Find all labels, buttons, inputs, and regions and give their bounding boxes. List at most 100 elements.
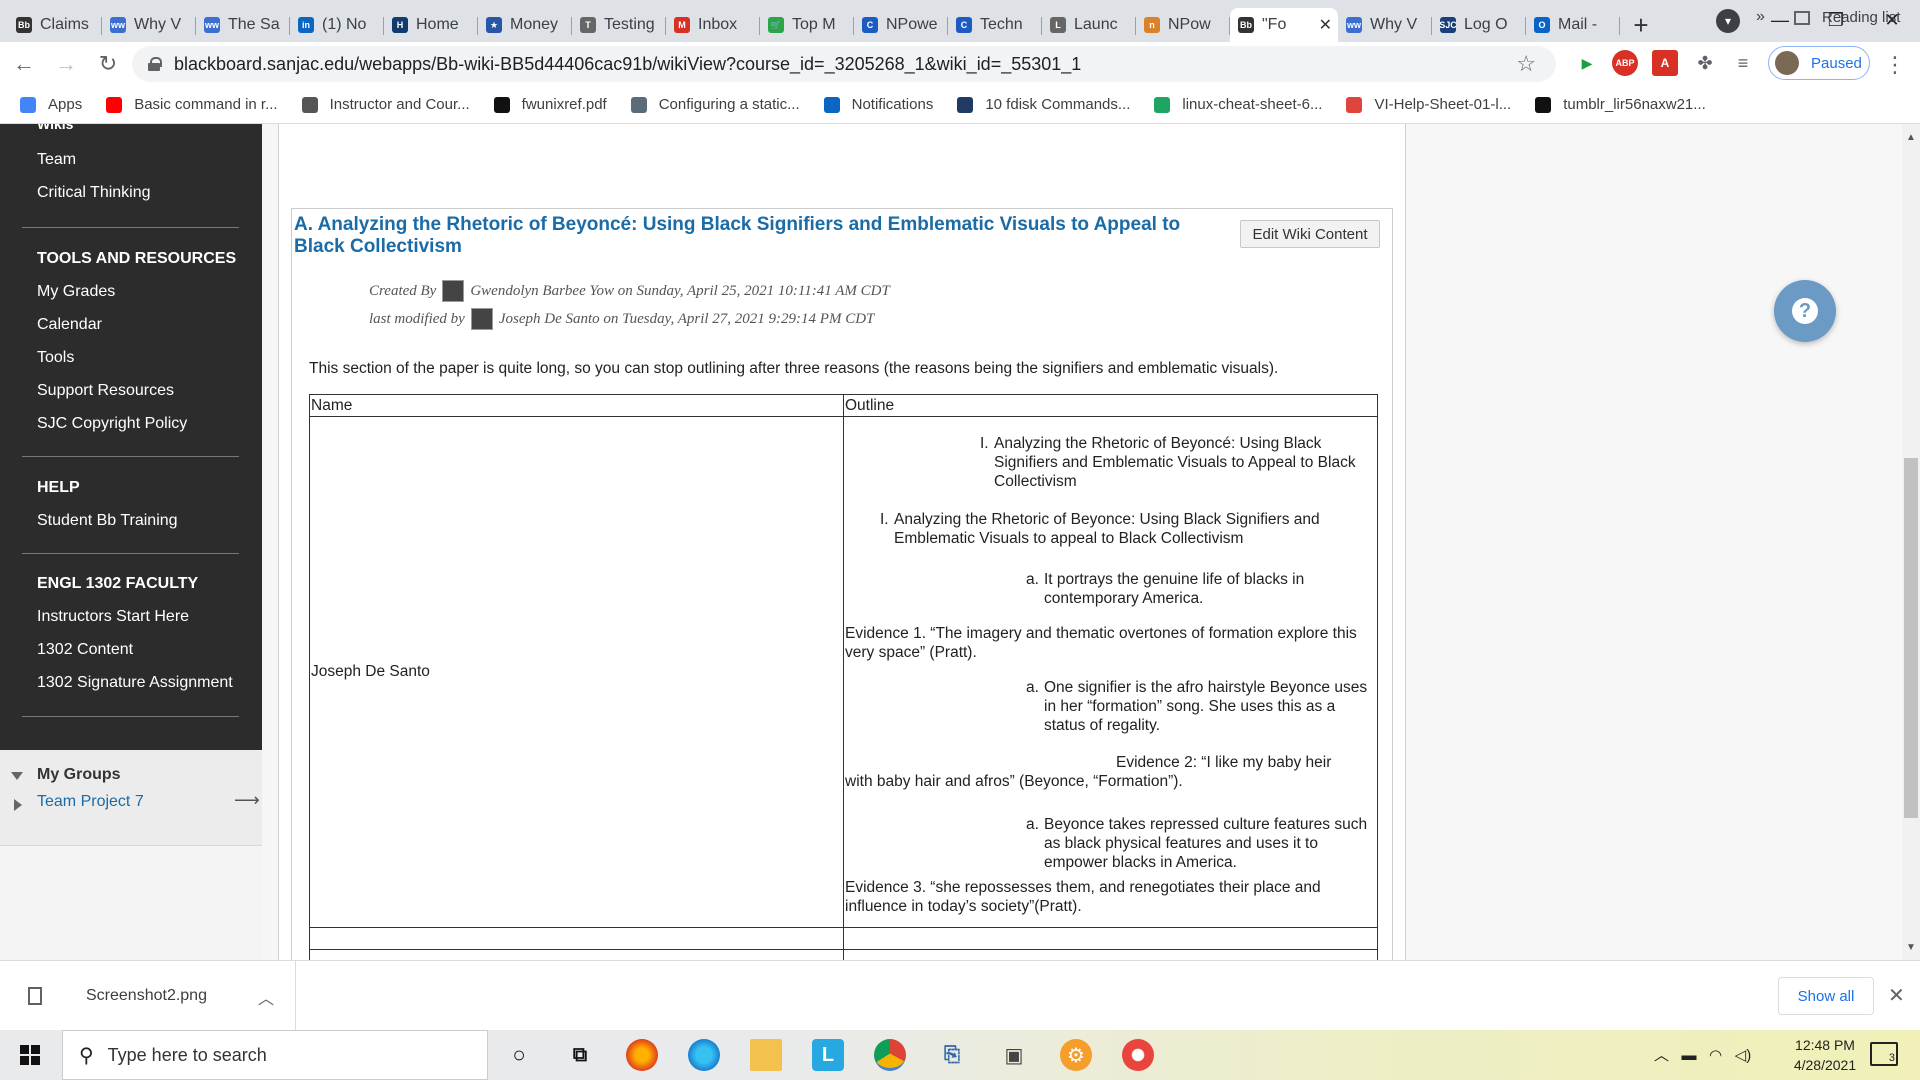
my-groups-heading[interactable]: My Groups (37, 766, 121, 784)
download-item[interactable]: Screenshot2.png (0, 961, 296, 1031)
remote-app-icon[interactable]: ▣ (998, 1039, 1030, 1071)
browser-tab[interactable]: Bb "Fo ✕ (1230, 8, 1338, 42)
taskbar-search[interactable]: ⚲ Type here to search (62, 1030, 488, 1080)
browser-tab[interactable]: L Launc (1042, 8, 1136, 42)
bookmark-item[interactable]: VI-Help-Sheet-01-l... (1346, 96, 1511, 113)
wifi-icon[interactable]: ◠ (1709, 1047, 1722, 1064)
bookmark-item[interactable]: tumblr_lir56naxw21... (1535, 96, 1706, 113)
bookmark-star-icon[interactable]: ☆ (1516, 51, 1536, 77)
show-all-button[interactable]: Show all (1778, 977, 1874, 1015)
scroll-up-arrow-icon[interactable]: ▲ (1906, 132, 1916, 143)
menu-item-instructors-start-here[interactable]: Instructors Start Here (37, 608, 189, 626)
network-app-icon[interactable]: ⎘ (936, 1039, 968, 1071)
browser-tab[interactable]: H Home (384, 8, 478, 42)
menu-item-my-grades[interactable]: My Grades (37, 283, 115, 301)
chevron-up-icon[interactable]: ︿ (258, 985, 274, 1009)
menu-item-1302-content[interactable]: 1302 Content (37, 641, 133, 659)
browser-tab[interactable]: M Inbox (666, 8, 760, 42)
tab-title: Log O (1464, 16, 1508, 33)
taskbar-clock[interactable]: 12:48 PM 4/28/2021 (1780, 1035, 1870, 1075)
scroll-down-arrow-icon[interactable]: ▼ (1906, 942, 1916, 953)
menu-item-wikis[interactable]: Wikis (37, 124, 73, 132)
scrollbar-thumb[interactable] (1904, 458, 1918, 818)
browser-tab[interactable]: Bb Claims (8, 8, 102, 42)
pdf-extension-icon[interactable]: A (1652, 50, 1678, 76)
chrome-canary-icon[interactable] (1122, 1039, 1154, 1071)
outline-letter: a. (1026, 679, 1039, 696)
forward-button[interactable]: → (48, 46, 84, 82)
bookmarks-overflow-button[interactable]: » (1756, 8, 1765, 26)
new-tab-button[interactable]: + (1624, 8, 1658, 42)
play-extension-icon[interactable]: ▶ (1574, 50, 1600, 76)
edit-wiki-content-button[interactable]: Edit Wiki Content (1240, 220, 1380, 248)
show-hidden-icons-icon[interactable]: ︿ (1654, 1047, 1669, 1064)
back-button[interactable]: ← (6, 46, 42, 82)
expand-triangle-icon[interactable] (14, 799, 22, 811)
menu-item-support-resources[interactable]: Support Resources (37, 382, 174, 400)
arrow-right-icon[interactable]: ⟶ (234, 790, 260, 811)
settings-app-icon[interactable]: ⚙ (1060, 1039, 1092, 1071)
browser-tab[interactable]: ww Why V (1338, 8, 1432, 42)
browser-menu-icon[interactable]: ⋮ (1884, 52, 1906, 78)
outline-cell: I. Analyzing the Rhetoric of Beyoncé: Us… (843, 416, 1378, 928)
bookmark-item[interactable]: Configuring a static... (630, 96, 800, 113)
firefox-icon[interactable] (626, 1039, 658, 1071)
bookmark-label: Notifications (851, 96, 934, 113)
menu-item-critical-thinking[interactable]: Critical Thinking (37, 184, 151, 202)
group-link-team-project-7[interactable]: Team Project 7 (37, 793, 144, 811)
bookmark-label: Instructor and Cour... (329, 96, 470, 113)
edge-icon[interactable] (688, 1039, 720, 1071)
chrome-icon[interactable] (874, 1039, 906, 1071)
browser-tab[interactable]: O Mail - (1526, 8, 1620, 42)
volume-icon[interactable]: ◁) (1735, 1047, 1752, 1064)
modified-by-text: Joseph De Santo on Tuesday, April 27, 20… (498, 310, 875, 327)
extensions-puzzle-icon[interactable]: ✤ (1692, 50, 1718, 76)
close-download-bar-icon[interactable]: ✕ (1888, 983, 1905, 1008)
menu-item-student-bb-training[interactable]: Student Bb Training (37, 512, 178, 530)
outline-evidence: with baby hair and afros” (Beyonce, “For… (845, 773, 1183, 790)
bookmark-item[interactable]: Notifications (823, 96, 934, 113)
avatar (1775, 51, 1799, 75)
browser-tab[interactable]: C Techn (948, 8, 1042, 42)
bookmark-item[interactable]: Instructor and Cour... (301, 96, 470, 113)
menu-divider (22, 553, 239, 554)
help-button[interactable]: ? (1774, 280, 1836, 342)
close-tab-icon[interactable]: ✕ (1319, 15, 1332, 35)
media-control-icon[interactable]: ≡ (1730, 50, 1756, 76)
menu-item-calendar[interactable]: Calendar (37, 316, 102, 334)
bookmark-item[interactable]: Basic command in r... (106, 96, 278, 113)
browser-tab[interactable]: 🛒 Top M (760, 8, 854, 42)
reading-list-button[interactable]: Reading list (1794, 9, 1900, 26)
clock-time: 12:48 PM (1795, 1037, 1855, 1053)
collapse-triangle-icon[interactable] (11, 772, 23, 780)
bookmark-item[interactable]: linux-cheat-sheet-6... (1154, 96, 1322, 113)
browser-tab[interactable]: ww The Sa (196, 8, 290, 42)
menu-item-team[interactable]: Team (37, 151, 76, 169)
task-view-icon[interactable]: ⧉ (564, 1039, 596, 1071)
tab-search-icon[interactable]: ▾ (1716, 9, 1740, 33)
adblock-icon[interactable]: ABP (1612, 50, 1638, 76)
browser-tab[interactable]: ★ Money (478, 8, 572, 42)
browser-tab[interactable]: ww Why V (102, 8, 196, 42)
windows-start-icon[interactable] (20, 1045, 40, 1065)
menu-item-tools[interactable]: Tools (37, 349, 74, 367)
address-bar[interactable]: blackboard.sanjac.edu/webapps/Bb-wiki-BB… (132, 46, 1556, 82)
drive-icon (1154, 96, 1171, 113)
menu-item-signature-assignment[interactable]: 1302 Signature Assignment (37, 674, 233, 692)
file-explorer-icon[interactable] (750, 1039, 782, 1071)
cortana-icon[interactable]: ○ (503, 1039, 535, 1071)
l-app-icon[interactable]: L (812, 1039, 844, 1071)
browser-tab[interactable]: C NPowe (854, 8, 948, 42)
profile-button[interactable]: Paused (1768, 46, 1870, 80)
menu-item-copyright-policy[interactable]: SJC Copyright Policy (37, 415, 187, 433)
browser-tab[interactable]: T Testing (572, 8, 666, 42)
bookmark-item[interactable]: 10 fdisk Commands... (957, 96, 1130, 113)
reload-button[interactable]: ↻ (90, 46, 126, 82)
browser-tab[interactable]: n NPow (1136, 8, 1230, 42)
bookmark-item[interactable]: Apps (20, 96, 82, 113)
notification-center-icon[interactable]: 3 (1870, 1042, 1898, 1066)
browser-tab[interactable]: SJC Log O (1432, 8, 1526, 42)
browser-tab[interactable]: in (1) No (290, 8, 384, 42)
battery-icon[interactable]: ▬ (1682, 1047, 1697, 1064)
bookmark-item[interactable]: fwunixref.pdf (493, 96, 607, 113)
